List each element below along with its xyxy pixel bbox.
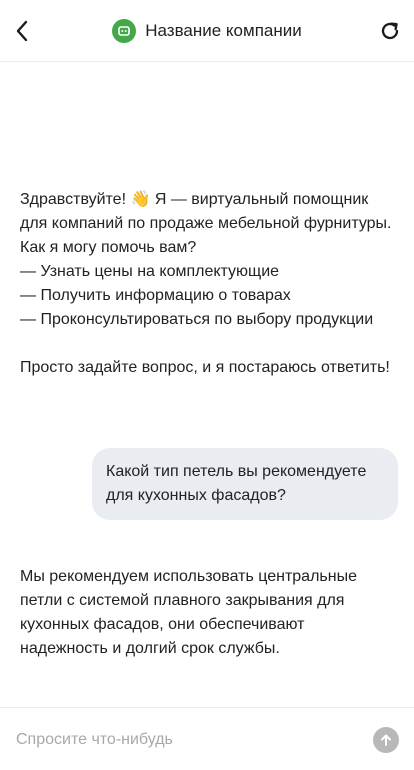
bot-icon <box>112 19 137 43</box>
bot-message: Мы рекомендуем использовать центральные … <box>20 568 357 657</box>
refresh-icon <box>381 22 399 40</box>
page-title: Название компании <box>145 21 302 40</box>
send-button[interactable] <box>373 727 399 753</box>
arrow-up-icon <box>381 734 391 746</box>
chat-messages[interactable]: Здравствуйте! 👋 Я — виртуальный помощник… <box>0 62 414 706</box>
message-input[interactable] <box>16 726 356 754</box>
refresh-button[interactable] <box>376 17 404 45</box>
header-title-group: Название компании <box>0 19 414 43</box>
chat-header: Название компании <box>0 0 414 62</box>
user-message: Какой тип петель вы рекомендуете для кух… <box>92 448 398 520</box>
bot-message: Здравствуйте! 👋 Я — виртуальный помощник… <box>20 191 392 376</box>
message-composer <box>0 707 414 770</box>
